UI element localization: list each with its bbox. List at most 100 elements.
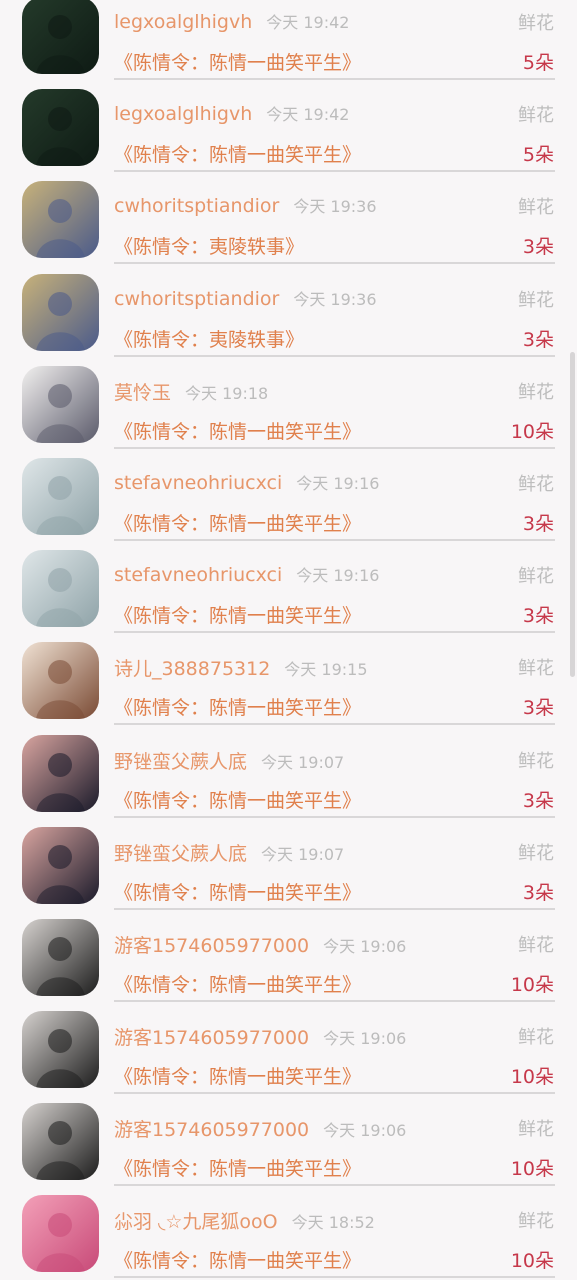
gift-count: 3朵 bbox=[522, 328, 554, 351]
user-name-line: legxoalglhigvh 今天 19:42 bbox=[114, 9, 349, 33]
gift-type: 鲜花 bbox=[518, 13, 554, 34]
gift-record-row[interactable]: cwhoritsptiandior 今天 19:36 鲜花《陈情令：夷陵轶事》 3朵 bbox=[0, 166, 577, 265]
timestamp: 今天 19:42 bbox=[266, 13, 350, 32]
drama-title-link[interactable]: 《陈情令：陈情一曲笑平生》 bbox=[114, 878, 361, 905]
timestamp: 今天 19:15 bbox=[284, 660, 368, 680]
gift-record-row[interactable]: stefavneohriucxci 今天 19:16 鲜花《陈情令：陈情一曲笑平生》… bbox=[0, 443, 577, 541]
gift-record-row[interactable]: legxoalglhigvh 今天 19:42 鲜花 《陈情令：陈情一曲笑平生》 5朵 bbox=[0, 74, 577, 173]
user-name[interactable]: 诗儿_388875312 bbox=[114, 658, 270, 680]
gift-type: 鲜花 bbox=[518, 473, 554, 495]
user-avatar[interactable] bbox=[22, 365, 99, 443]
gift-type: 鲜花 bbox=[518, 1027, 554, 1049]
user-name[interactable]: stefavneohriucxci bbox=[114, 564, 282, 586]
gift-record-row[interactable]: legxoalglhigvh 今天 19:42 鲜花 《陈情令：陈情一曲笑平生》 5朵 bbox=[0, 0, 577, 80]
user-avatar[interactable] bbox=[22, 89, 99, 167]
gift-record-row[interactable]: 游客1574605977000 今天 19:06 鲜花 《陈情令：陈情一曲笑平生》 10… bbox=[0, 1088, 577, 1187]
user-name-line: cwhoritsptiandior 今天 19:36 bbox=[114, 193, 377, 217]
drama-title-link[interactable]: 《陈情令：陈情一曲笑平生》 bbox=[114, 693, 361, 720]
gift-record-row[interactable]: 游客1574605977000 今天 19:06 鲜花《陈情令：陈情一曲笑平生》 10… bbox=[0, 996, 577, 1095]
drama-title-link[interactable]: 《陈情令：夷陵轶事》 bbox=[114, 325, 304, 352]
gift-count: 3朵 bbox=[522, 236, 554, 259]
drama-title-link[interactable]: 《陈情令：陈情一曲笑平生》 bbox=[114, 786, 361, 813]
gift-record-row[interactable]: 莫怜玉 今天 19:18 鲜花 《陈情令：陈情一曲笑平生》 10朵 bbox=[0, 351, 577, 449]
scrollbar[interactable] bbox=[570, 352, 575, 677]
timestamp: 今天 19:16 bbox=[296, 473, 380, 493]
gift-count: 3朵 bbox=[522, 881, 554, 904]
user-name-line: stefavneohriucxci 今天 19:16 bbox=[114, 470, 379, 494]
drama-title-link[interactable]: 《陈情令：陈情一曲笑平生》 bbox=[114, 970, 361, 997]
user-name[interactable]: 野锉蛮父蕨人底 bbox=[114, 751, 247, 773]
user-avatar[interactable] bbox=[22, 273, 99, 351]
gift-type: 鲜花 bbox=[518, 842, 554, 864]
drama-title-link[interactable]: 《陈情令：陈情一曲笑平生》 bbox=[114, 48, 361, 75]
gift-type: 鲜花 bbox=[518, 381, 554, 403]
drama-title-link[interactable]: 《陈情令：陈情一曲笑平生》 bbox=[114, 1062, 361, 1089]
gift-type: 鲜花 bbox=[518, 658, 554, 680]
gift-count: 3朵 bbox=[522, 512, 554, 535]
gift-record-list[interactable]: legxoalglhigvh 今天 19:42 鲜花 《陈情令：陈情一曲笑平生》 5朵 l… bbox=[0, 0, 577, 1279]
gift-record-row[interactable]: 野锉蛮父蕨人底 今天 19:07 鲜花 《陈情令：陈情一曲笑平生》 3朵 bbox=[0, 720, 577, 818]
gift-type: 鲜花 bbox=[518, 1211, 554, 1233]
timestamp: 今天 19:36 bbox=[293, 289, 377, 309]
gift-record-row[interactable]: 尛羽 ◟☆九尾狐ooO 今天 18:52 鲜花《陈情令：陈情一曲笑平生》 10朵 bbox=[0, 1180, 577, 1279]
user-avatar[interactable] bbox=[22, 1103, 99, 1181]
user-name[interactable]: 游客1574605977000 bbox=[114, 1027, 309, 1049]
gift-type: 鲜花 bbox=[518, 566, 554, 588]
gift-count: 10朵 bbox=[510, 1250, 554, 1273]
user-name[interactable]: cwhoritsptiandior bbox=[114, 288, 279, 310]
user-name[interactable]: 野锉蛮父蕨人底 bbox=[114, 843, 247, 865]
user-avatar[interactable] bbox=[22, 918, 99, 996]
gift-count: 5朵 bbox=[522, 144, 554, 167]
user-name-line: 野锉蛮父蕨人底 今天 19:07 bbox=[114, 839, 344, 866]
timestamp: 今天 19:07 bbox=[261, 752, 345, 772]
user-avatar[interactable] bbox=[22, 642, 99, 720]
timestamp: 今天 19:06 bbox=[323, 1029, 407, 1049]
user-name[interactable]: 尛羽 ◟☆九尾狐ooO bbox=[114, 1211, 278, 1233]
drama-title-link[interactable]: 《陈情令：陈情一曲笑平生》 bbox=[114, 601, 361, 628]
timestamp: 今天 18:52 bbox=[291, 1213, 375, 1233]
user-avatar[interactable] bbox=[22, 0, 99, 74]
drama-title-link[interactable]: 《陈情令：陈情一曲笑平生》 bbox=[114, 509, 361, 536]
user-name-line: 游客1574605977000 今天 19:06 bbox=[114, 1023, 406, 1050]
gift-record-row[interactable]: cwhoritsptiandior 今天 19:36 鲜花《陈情令：夷陵轶事》 3朵 bbox=[0, 259, 577, 357]
user-avatar[interactable] bbox=[22, 826, 99, 904]
gift-count: 10朵 bbox=[510, 420, 554, 443]
user-avatar[interactable] bbox=[22, 734, 99, 812]
gift-type: 鲜花 bbox=[518, 934, 554, 956]
gift-record-row[interactable]: 诗儿_388875312 今天 19:15 鲜花 《陈情令：陈情一曲笑平生》 3朵 bbox=[0, 627, 577, 726]
user-name[interactable]: stefavneohriucxci bbox=[114, 472, 282, 494]
user-avatar[interactable] bbox=[22, 1011, 99, 1089]
user-name-line: cwhoritsptiandior 今天 19:36 bbox=[114, 286, 377, 310]
user-name-line: 尛羽 ◟☆九尾狐ooO 今天 18:52 bbox=[114, 1207, 375, 1234]
timestamp: 今天 19:16 bbox=[296, 566, 380, 586]
gift-count: 10朵 bbox=[510, 1066, 554, 1089]
user-avatar[interactable] bbox=[22, 1195, 99, 1273]
user-name[interactable]: 游客1574605977000 bbox=[114, 1119, 309, 1141]
drama-title-link[interactable]: 《陈情令：夷陵轶事》 bbox=[114, 232, 304, 259]
user-name[interactable]: 游客1574605977000 bbox=[114, 935, 309, 957]
user-avatar[interactable] bbox=[22, 550, 99, 628]
drama-title-link[interactable]: 《陈情令：陈情一曲笑平生》 bbox=[114, 417, 361, 444]
user-name[interactable]: legxoalglhigvh bbox=[114, 103, 252, 125]
user-name[interactable]: 莫怜玉 bbox=[114, 382, 171, 404]
user-avatar[interactable] bbox=[22, 457, 99, 535]
gift-count: 10朵 bbox=[510, 1158, 554, 1181]
user-avatar[interactable] bbox=[22, 181, 99, 259]
gift-type: 鲜花 bbox=[518, 289, 554, 311]
gift-type: 鲜花 bbox=[518, 750, 554, 772]
timestamp: 今天 19:42 bbox=[266, 105, 350, 125]
drama-title-link[interactable]: 《陈情令：陈情一曲笑平生》 bbox=[114, 140, 361, 167]
gift-record-row[interactable]: 野锉蛮父蕨人底 今天 19:07 鲜花《陈情令：陈情一曲笑平生》 3朵 bbox=[0, 812, 577, 910]
user-name[interactable]: legxoalglhigvh bbox=[114, 11, 252, 33]
user-name-line: 野锉蛮父蕨人底 今天 19:07 bbox=[114, 747, 344, 774]
user-name-line: 游客1574605977000 今天 19:06 bbox=[114, 1115, 406, 1142]
timestamp: 今天 19:06 bbox=[323, 936, 407, 956]
gift-record-row[interactable]: 游客1574605977000 今天 19:06 鲜花《陈情令：陈情一曲笑平生》 10… bbox=[0, 904, 577, 1002]
drama-title-link[interactable]: 《陈情令：陈情一曲笑平生》 bbox=[114, 1154, 361, 1181]
gift-record-row[interactable]: stefavneohriucxci 今天 19:16 鲜花《陈情令：陈情一曲笑平生》… bbox=[0, 535, 577, 634]
user-name-line: 游客1574605977000 今天 19:06 bbox=[114, 931, 406, 958]
user-name[interactable]: cwhoritsptiandior bbox=[114, 195, 279, 217]
gift-count: 10朵 bbox=[510, 973, 554, 996]
drama-title-link[interactable]: 《陈情令：陈情一曲笑平生》 bbox=[114, 1246, 361, 1273]
gift-type: 鲜花 bbox=[518, 197, 554, 219]
